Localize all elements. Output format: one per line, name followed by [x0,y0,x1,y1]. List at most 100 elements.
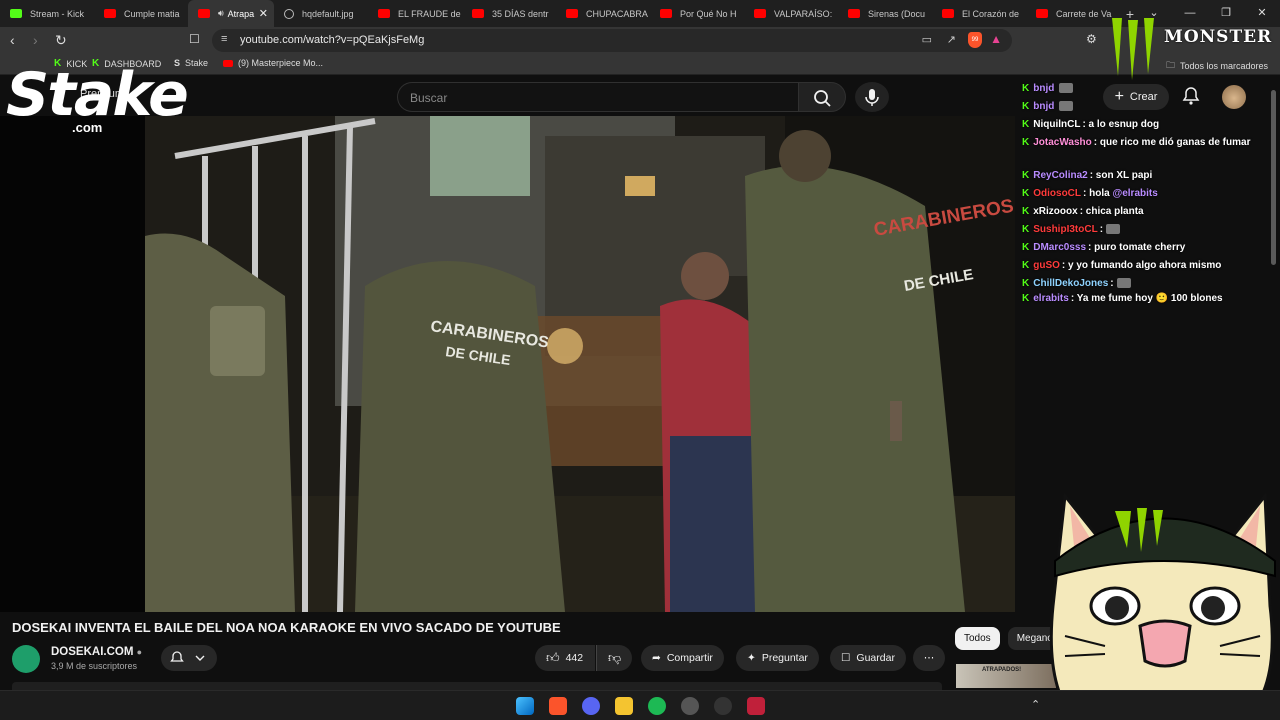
brave-shield-icon[interactable]: 99 [968,32,982,48]
youtube-icon [1036,9,1048,18]
search-input[interactable]: Buscar [397,82,798,112]
voice-search-button[interactable] [855,82,889,112]
taskbar: ⌃ [0,690,1280,720]
kick-badge-icon: K [1022,278,1030,289]
tab-title: hqdefault.jpg [302,8,354,19]
chat-text: : [1099,224,1104,235]
chat-username[interactable]: guSO [1033,260,1060,271]
tab-7[interactable]: Por Qué No H [650,0,744,27]
tab-title: Carrete de Va [1056,8,1112,19]
chat-username[interactable]: ReyColina2 [1033,170,1087,181]
reload-button[interactable]: ↻ [55,32,67,49]
channel-name[interactable]: DOSEKAI.COM ● [51,646,142,658]
chat-username[interactable]: DMarc0sss [1033,242,1086,253]
video-title: DOSEKAI INVENTA EL BAILE DEL NOA NOA KAR… [12,620,561,635]
tab-5[interactable]: 35 DÍAS dentr [462,0,556,27]
brave-rewards-icon[interactable]: ▲ [990,32,1002,46]
youtube-icon [472,9,484,18]
url-bar[interactable]: ≡ youtube.com/watch?v=pQEaKjsFeMg ▭ ↗ 99… [212,29,1012,52]
chat-text: : chica planta [1079,206,1144,217]
kick-badge-icon: K [1022,83,1030,94]
more-actions-button[interactable]: ⋯ [913,645,945,671]
chat-username[interactable]: bnjd [1033,101,1054,112]
steam-icon[interactable] [681,697,699,715]
chat-emote-icon [1106,224,1121,235]
like-button[interactable]: 👍︎ 442 [535,645,596,671]
bookmarks-bar: K KICK K DASHBOARD S Stake (9) Masterpiece … [0,54,1280,75]
save-label: Guardar [856,652,895,664]
youtube-icon [660,9,672,18]
tab-2[interactable]: 🔊︎ Atrapa ✕ [188,0,274,27]
tab-10[interactable]: El Corazón de [932,0,1026,27]
extensions-icon[interactable]: ⚙ [1086,32,1097,46]
chat-message: KxRizooox: chica planta [1022,205,1254,219]
youtube-icon [754,9,766,18]
bookmark-icon: ☐ [841,652,851,664]
close-window-button[interactable]: ✕ [1244,0,1280,27]
recommended-thumbnail[interactable]: ATRAPADOS! [956,664,1056,688]
tab-8[interactable]: VALPARAÍSO: [744,0,838,27]
thumbs-down-icon: 👎︎ [608,650,622,665]
chat-username[interactable]: bnjd [1033,83,1054,94]
chat-username[interactable]: elrabits [1033,293,1069,304]
cast-icon[interactable]: ▭ [922,33,932,46]
spotify-icon[interactable] [648,697,666,715]
tab-3[interactable]: hqdefault.jpg [274,0,368,27]
monster-claw-icon [1112,18,1154,80]
windows-start-icon[interactable] [516,697,534,715]
tab-title: Por Qué No H [680,8,737,19]
app-icon[interactable] [714,697,732,715]
notification-bell-button[interactable] [161,645,217,671]
chat-username[interactable]: OdiosoCL [1033,188,1081,199]
search-button[interactable] [798,82,846,112]
share-icon[interactable]: ↗ [947,33,956,46]
video-player[interactable]: CARABINEROS DE CHILE CARABINEROS DE CHIL… [0,116,1015,612]
chat-username[interactable]: NiquilnCL [1033,119,1080,130]
ask-button[interactable]: ✦ Preguntar [736,645,819,671]
description-box[interactable] [12,682,942,690]
chat-text: : son XL papi [1089,170,1153,181]
file-explorer-icon[interactable] [615,697,633,715]
chat-text: : puro tomate cherry [1088,242,1186,253]
chat-emote-icon [1059,101,1074,112]
maximize-button[interactable]: ❐ [1208,0,1244,27]
share-arrow-icon: ➦ [652,652,661,664]
bookmark-label: Stake [185,58,209,68]
chip-todos[interactable]: Todos [955,627,1000,650]
sparkle-icon: ✦ [747,652,756,664]
tab-0[interactable]: Stream - Kick [0,0,94,27]
minimize-button[interactable]: — [1172,0,1208,27]
chat-username[interactable]: SushipI3toCL [1033,224,1097,235]
youtube-icon [378,9,390,18]
tab-9[interactable]: Sirenas (Docu [838,0,932,27]
dislike-button[interactable]: 👎︎ [596,645,633,671]
all-bookmarks[interactable]: 🗀 Todos los marcadores [1166,58,1268,74]
tab-4[interactable]: EL FRAUDE de [368,0,462,27]
forward-button[interactable]: › [33,32,38,48]
site-info-icon[interactable]: ≡ [221,33,227,45]
bookmark-masterpiece[interactable]: (9) Masterpiece Mo... [223,58,323,68]
chat-message: K JotacWasho: que rico me dió ganas de fu… [1022,136,1254,150]
tab-title: Atrapa [227,8,255,19]
chevron-up-icon[interactable]: ⌃ [1031,698,1040,711]
share-button[interactable]: ➦ Compartir [641,645,724,671]
stake-logo-domain: .com [72,120,103,135]
more-icon: ⋯ [923,652,935,664]
brave-browser-icon[interactable] [549,697,567,715]
discord-icon[interactable] [582,697,600,715]
channel-avatar[interactable] [12,645,40,673]
speaker-icon[interactable]: 🔊︎ [218,8,224,19]
chat-username[interactable]: ChillDekoJones [1033,278,1108,289]
back-button[interactable]: ‹ [10,32,15,48]
save-button[interactable]: ☐ Guardar [830,645,906,671]
close-tab-icon[interactable]: ✕ [259,7,268,20]
tab-1[interactable]: Cumple matia [94,0,188,27]
tab-6[interactable]: CHUPACABRA [556,0,650,27]
bookmark-icon[interactable]: ☐ [189,32,200,46]
chat-username[interactable]: xRizooox [1033,206,1077,217]
valorant-icon[interactable] [747,697,765,715]
kick-badge-icon: K [1022,119,1030,130]
chat-username[interactable]: JotacWasho [1033,137,1092,148]
bell-icon [170,651,205,662]
scrollbar[interactable] [1271,90,1276,265]
